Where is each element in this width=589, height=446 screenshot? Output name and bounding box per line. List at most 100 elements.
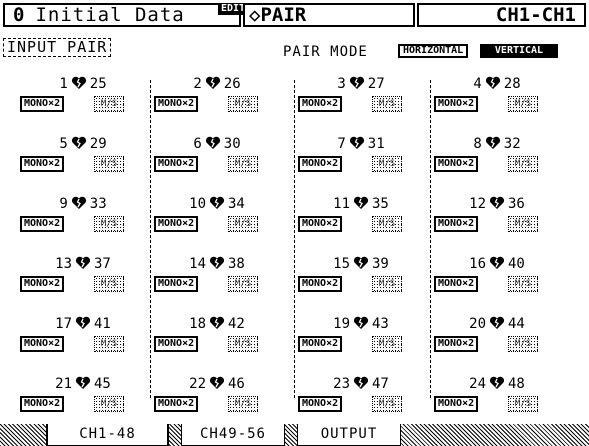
- pair-cell: 16 40 MONO×2 M/S: [432, 256, 562, 302]
- pair-cell: 8 32 MONO×2 M/S: [432, 136, 562, 182]
- pair-heart-icon[interactable]: [71, 76, 87, 90]
- ms-button[interactable]: M/S: [372, 216, 402, 232]
- pair-mode-horizontal-button[interactable]: HORIZONTAL: [398, 44, 469, 58]
- pair-channel-b: 30: [223, 136, 241, 152]
- ms-button[interactable]: M/S: [372, 96, 402, 112]
- pair-heart-icon[interactable]: [205, 76, 221, 90]
- ms-button[interactable]: M/S: [228, 396, 258, 412]
- pair-heart-icon[interactable]: [489, 316, 505, 330]
- pair-heart-icon[interactable]: [209, 376, 225, 390]
- tab-output[interactable]: OUTPUT: [297, 424, 401, 446]
- pair-mode-vertical-button[interactable]: VERTICAL: [480, 44, 558, 58]
- ms-button[interactable]: M/S: [94, 216, 124, 232]
- pair-heart-icon[interactable]: [209, 196, 225, 210]
- pair-heart-icon[interactable]: [489, 196, 505, 210]
- pair-heart-icon[interactable]: [209, 256, 225, 270]
- ms-button[interactable]: M/S: [94, 156, 124, 172]
- ms-button[interactable]: M/S: [372, 156, 402, 172]
- mono-x2-button[interactable]: MONO×2: [298, 276, 343, 292]
- mono-x2-button[interactable]: MONO×2: [434, 396, 479, 412]
- mono-x2-button[interactable]: MONO×2: [20, 156, 65, 172]
- ms-button[interactable]: M/S: [372, 396, 402, 412]
- pair-numbers: 4 28: [432, 76, 562, 92]
- mono-x2-button[interactable]: MONO×2: [434, 276, 479, 292]
- mono-x2-button[interactable]: MONO×2: [20, 336, 65, 352]
- pair-channel-b: 37: [94, 256, 111, 272]
- pair-heart-icon[interactable]: [349, 76, 365, 90]
- mono-x2-button[interactable]: MONO×2: [20, 276, 65, 292]
- ms-button[interactable]: M/S: [508, 96, 538, 112]
- mono-x2-button[interactable]: MONO×2: [434, 336, 479, 352]
- pair-channel-a: 5: [59, 136, 68, 152]
- mono-x2-button[interactable]: MONO×2: [154, 336, 199, 352]
- mono-x2-button[interactable]: MONO×2: [434, 96, 479, 112]
- pair-numbers: 15 39: [296, 256, 426, 272]
- ms-button[interactable]: M/S: [94, 396, 124, 412]
- pair-heart-icon[interactable]: [353, 316, 369, 330]
- pair-cell: 11 35 MONO×2 M/S: [296, 196, 426, 242]
- ms-button[interactable]: M/S: [94, 96, 124, 112]
- pair-heart-icon[interactable]: [71, 136, 87, 150]
- pair-heart-icon[interactable]: [205, 136, 221, 150]
- mono-x2-button[interactable]: MONO×2: [434, 156, 479, 172]
- pair-numbers: 10 34: [152, 196, 282, 212]
- pair-heart-icon[interactable]: [485, 76, 501, 90]
- pair-channel-b: 36: [508, 196, 525, 212]
- pair-numbers: 3 27: [296, 76, 426, 92]
- pair-heart-icon[interactable]: [489, 376, 505, 390]
- pair-cell: 24 48 MONO×2 M/S: [432, 376, 562, 422]
- mono-x2-button[interactable]: MONO×2: [298, 156, 343, 172]
- ms-button[interactable]: M/S: [508, 276, 538, 292]
- pair-numbers: 20 44: [432, 316, 562, 332]
- tab-ch49-56[interactable]: CH49-56: [181, 424, 285, 446]
- mono-x2-button[interactable]: MONO×2: [154, 156, 199, 172]
- pair-channel-a: 19: [333, 316, 350, 332]
- pair-channel-b: 39: [372, 256, 389, 272]
- mono-x2-button[interactable]: MONO×2: [434, 216, 479, 232]
- mono-x2-button[interactable]: MONO×2: [154, 216, 199, 232]
- ms-button[interactable]: M/S: [228, 96, 258, 112]
- pair-numbers: 5 29: [18, 136, 148, 152]
- mono-x2-button[interactable]: MONO×2: [298, 396, 343, 412]
- pair-heart-icon[interactable]: [71, 196, 87, 210]
- ms-button[interactable]: M/S: [228, 216, 258, 232]
- ms-button[interactable]: M/S: [228, 156, 258, 172]
- pair-channel-a: 11: [333, 196, 350, 212]
- pair-heart-icon[interactable]: [353, 256, 369, 270]
- ms-button[interactable]: M/S: [372, 276, 402, 292]
- ms-button[interactable]: M/S: [372, 336, 402, 352]
- pair-heart-icon[interactable]: [209, 316, 225, 330]
- ms-button[interactable]: M/S: [508, 336, 538, 352]
- mono-x2-button[interactable]: MONO×2: [298, 216, 343, 232]
- mono-x2-button[interactable]: MONO×2: [154, 396, 199, 412]
- pair-heart-icon[interactable]: [75, 376, 91, 390]
- pair-heart-icon[interactable]: [353, 376, 369, 390]
- ms-button[interactable]: M/S: [94, 276, 124, 292]
- pair-heart-icon[interactable]: [485, 136, 501, 150]
- pair-heart-icon[interactable]: [489, 256, 505, 270]
- mono-x2-button[interactable]: MONO×2: [20, 96, 65, 112]
- pair-channel-b: 28: [503, 76, 521, 92]
- ms-button[interactable]: M/S: [508, 216, 538, 232]
- pair-channel-b: 25: [89, 76, 107, 92]
- ms-button[interactable]: M/S: [228, 276, 258, 292]
- scene-name: Initial Data: [35, 4, 185, 26]
- pair-channel-b: 44: [508, 316, 525, 332]
- pair-heart-icon[interactable]: [75, 316, 91, 330]
- diamond-icon: ◇: [249, 4, 261, 26]
- tab-ch1-48[interactable]: CH1-48: [46, 424, 169, 446]
- pair-channel-a: 13: [55, 256, 72, 272]
- ms-button[interactable]: M/S: [508, 156, 538, 172]
- ms-button[interactable]: M/S: [228, 336, 258, 352]
- pair-heart-icon[interactable]: [353, 196, 369, 210]
- mono-x2-button[interactable]: MONO×2: [154, 276, 199, 292]
- pair-heart-icon[interactable]: [75, 256, 91, 270]
- ms-button[interactable]: M/S: [94, 336, 124, 352]
- pair-heart-icon[interactable]: [349, 136, 365, 150]
- mono-x2-button[interactable]: MONO×2: [20, 216, 65, 232]
- mono-x2-button[interactable]: MONO×2: [154, 96, 199, 112]
- ms-button[interactable]: M/S: [508, 396, 538, 412]
- mono-x2-button[interactable]: MONO×2: [298, 96, 343, 112]
- mono-x2-button[interactable]: MONO×2: [20, 396, 65, 412]
- mono-x2-button[interactable]: MONO×2: [298, 336, 343, 352]
